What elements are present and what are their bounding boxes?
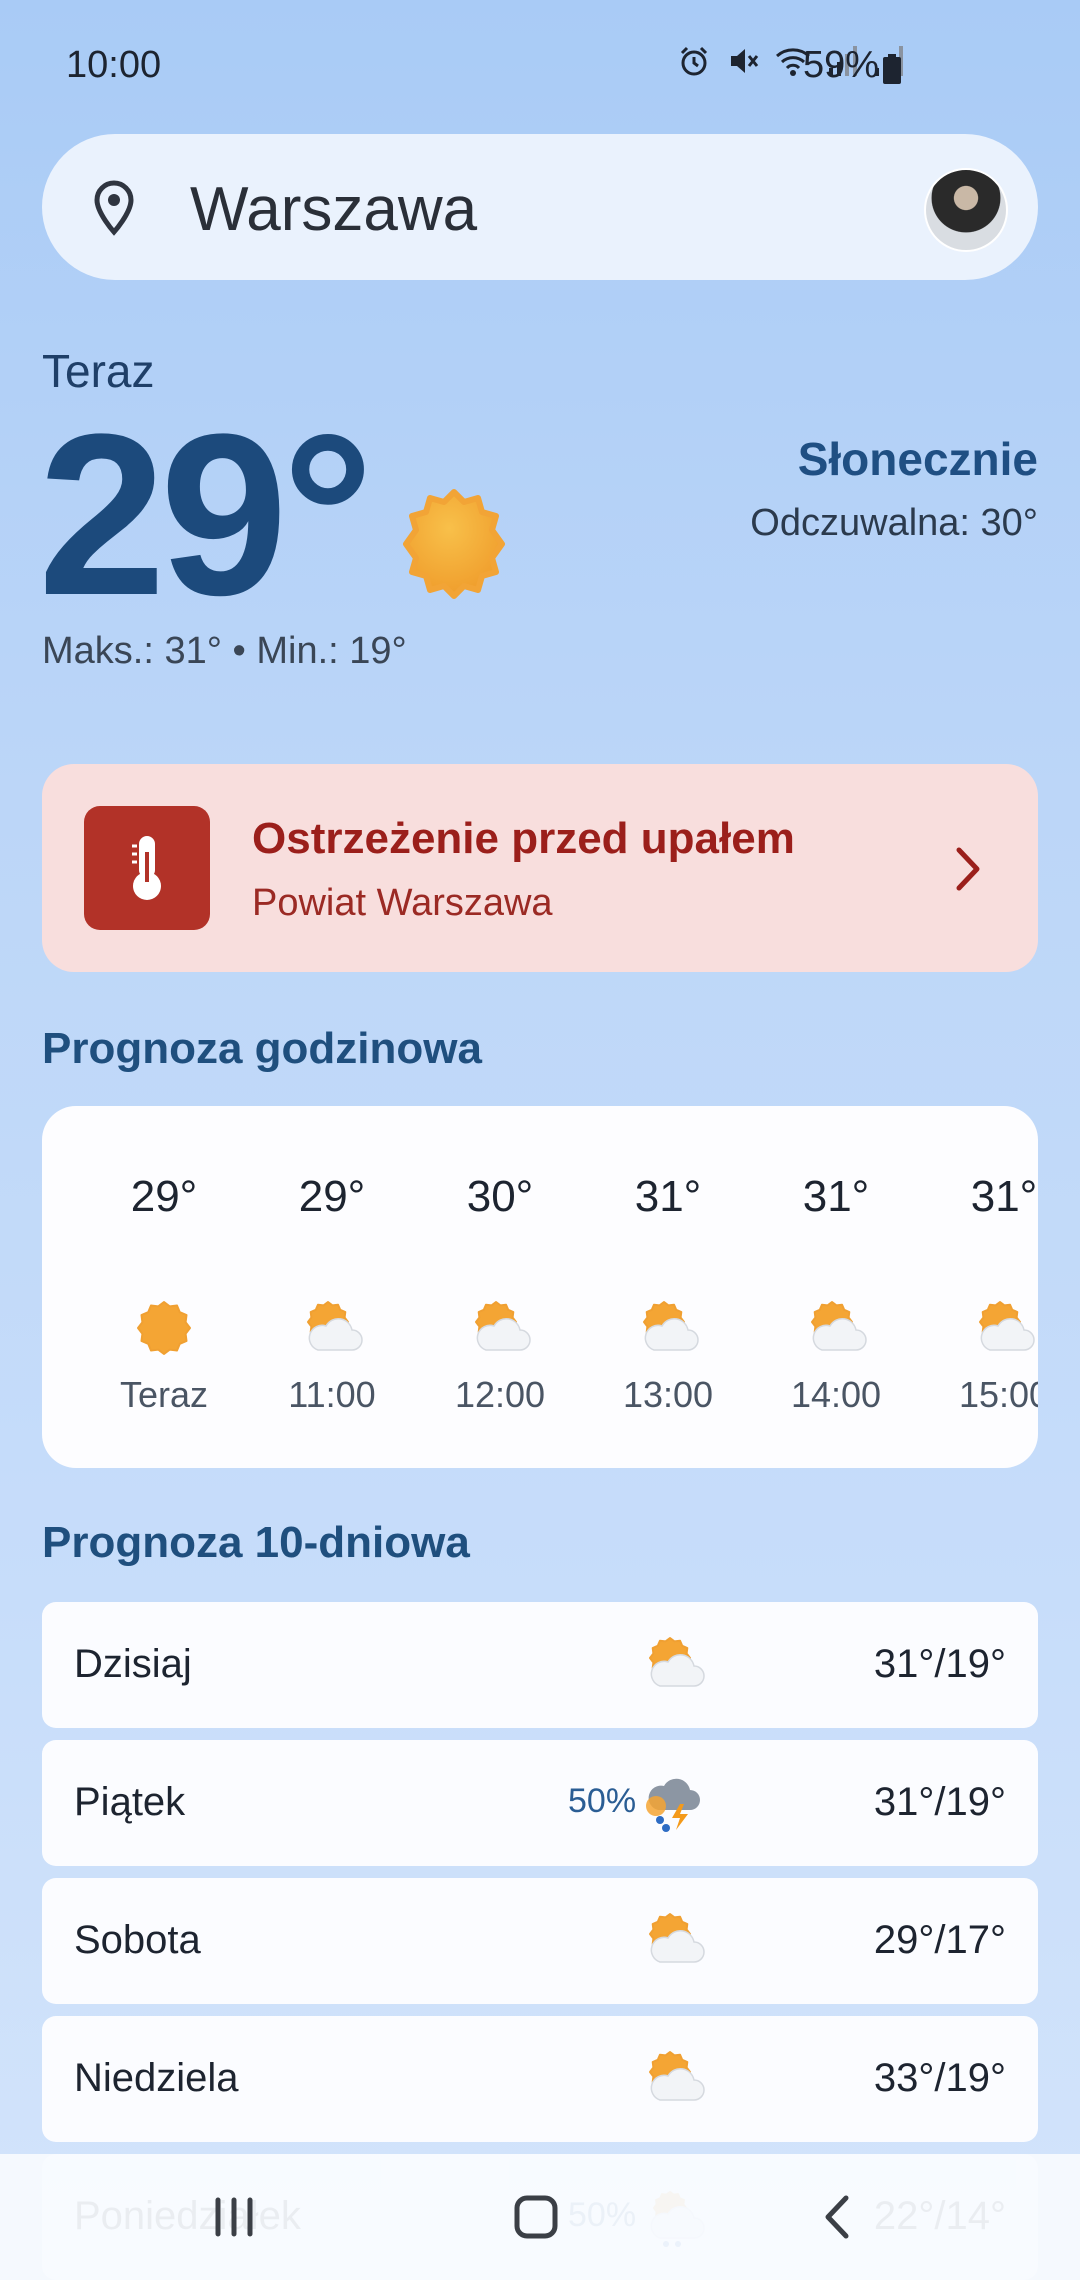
hourly-time: 11:00 [288, 1374, 376, 1415]
hourly-temp: 29° [298, 1172, 366, 1221]
partly-cloudy-icon [649, 1637, 705, 1687]
hourly-temp: 31° [634, 1172, 702, 1221]
day-name: Sobota [74, 1918, 201, 1962]
location-search-bar[interactable]: Warszawa [42, 134, 1038, 280]
hourly-item[interactable]: 30° 12:00 [416, 1106, 584, 1468]
current-temperature: 29° [38, 386, 374, 643]
partly-cloudy-icon [649, 1913, 705, 1963]
max-min: Maks.: 31° • Min.: 19° [42, 630, 407, 672]
hourly-temp: 31° [802, 1172, 870, 1221]
hourly-icon [300, 1296, 364, 1360]
alert-subtitle: Powiat Warszawa [252, 882, 553, 924]
battery-level: 59% [803, 44, 880, 86]
hourly-item[interactable]: 29° 11:00 [248, 1106, 416, 1468]
thermometer-icon [132, 836, 161, 900]
chevron-right-icon [956, 847, 980, 891]
precipitation-chance: 50% [568, 1782, 637, 1820]
day-temps: 31°/19° [873, 1780, 1006, 1824]
condition-text: Słonecznie [797, 433, 1038, 485]
location-name: Warszawa [190, 175, 478, 244]
day-weather-icon [642, 1908, 706, 1972]
hourly-icon [636, 1296, 700, 1360]
hourly-temp: 30° [466, 1172, 534, 1221]
hourly-icon [804, 1296, 868, 1360]
hourly-temp: 29° [130, 1172, 198, 1221]
day-temps: 29°/17° [873, 1918, 1006, 1962]
alarm-icon [680, 46, 708, 76]
daily-title: Prognoza 10-dniowa [42, 1518, 470, 1567]
heat-alert-card[interactable]: Ostrzeżenie przed upałem Powiat Warszawa [42, 764, 1038, 972]
hourly-icon [468, 1296, 532, 1360]
mute-icon [731, 49, 759, 73]
hourly-time: 12:00 [454, 1374, 546, 1415]
partly-cloudy-icon [475, 1301, 531, 1351]
hourly-item[interactable]: 31° 13:00 [584, 1106, 752, 1468]
hourly-item[interactable]: 29° Teraz [80, 1106, 248, 1468]
sun-icon [403, 489, 505, 599]
alert-icon-box [84, 806, 210, 930]
thunderstorm-icon [646, 1778, 700, 1832]
hourly-item[interactable]: 31° 14:00 [752, 1106, 920, 1468]
day-temps: 31°/19° [873, 1642, 1006, 1686]
hourly-item[interactable]: 31° 15:00 [920, 1106, 1038, 1468]
hourly-temp: 31° [970, 1172, 1038, 1221]
hourly-icon [972, 1296, 1036, 1360]
partly-cloudy-icon [307, 1301, 363, 1351]
daily-row[interactable]: Niedziela 33°/19° [42, 2016, 1038, 2142]
feels-like: Odczuwalna: 30° [750, 502, 1038, 544]
daily-row[interactable]: Piątek 50% 31°/19° [42, 1740, 1038, 1866]
day-name: Dzisiaj [74, 1642, 192, 1686]
status-bar: 10:00 59% [0, 0, 1080, 130]
location-pin-icon [94, 180, 134, 236]
sun-icon [137, 1301, 191, 1355]
hourly-forecast-card[interactable]: 29° Teraz 29° 11:00 30° 12:00 31° 13:00 31° 14:00… [42, 1106, 1038, 1468]
navigation-bar [0, 2154, 1080, 2280]
hourly-time: 13:00 [622, 1374, 714, 1415]
alert-title: Ostrzeżenie przed upałem [252, 814, 795, 863]
hourly-time: 14:00 [790, 1374, 882, 1415]
recent-apps-button[interactable] [212, 2192, 256, 2242]
partly-cloudy-icon [649, 2051, 705, 2101]
avatar[interactable] [924, 168, 1008, 252]
hourly-time: Teraz [119, 1374, 209, 1415]
partly-cloudy-icon [643, 1301, 699, 1351]
status-time: 10:00 [66, 44, 162, 86]
daily-row[interactable]: Dzisiaj 31°/19° [42, 1602, 1038, 1728]
hourly-title: Prognoza godzinowa [42, 1024, 482, 1073]
back-button[interactable] [818, 2192, 854, 2242]
day-temps: 33°/19° [873, 2056, 1006, 2100]
day-name: Piątek [74, 1780, 186, 1824]
partly-cloudy-icon [979, 1301, 1035, 1351]
hourly-time: 15:00 [958, 1374, 1038, 1415]
day-weather-icon [642, 2046, 706, 2110]
partly-cloudy-icon [811, 1301, 867, 1351]
home-button[interactable] [512, 2192, 560, 2242]
hourly-icon [132, 1296, 196, 1360]
day-weather-icon [642, 1632, 706, 1696]
battery-icon [883, 54, 901, 84]
day-weather-icon [642, 1770, 706, 1834]
day-name: Niedziela [74, 2056, 239, 2100]
daily-row[interactable]: Sobota 29°/17° [42, 1878, 1038, 2004]
